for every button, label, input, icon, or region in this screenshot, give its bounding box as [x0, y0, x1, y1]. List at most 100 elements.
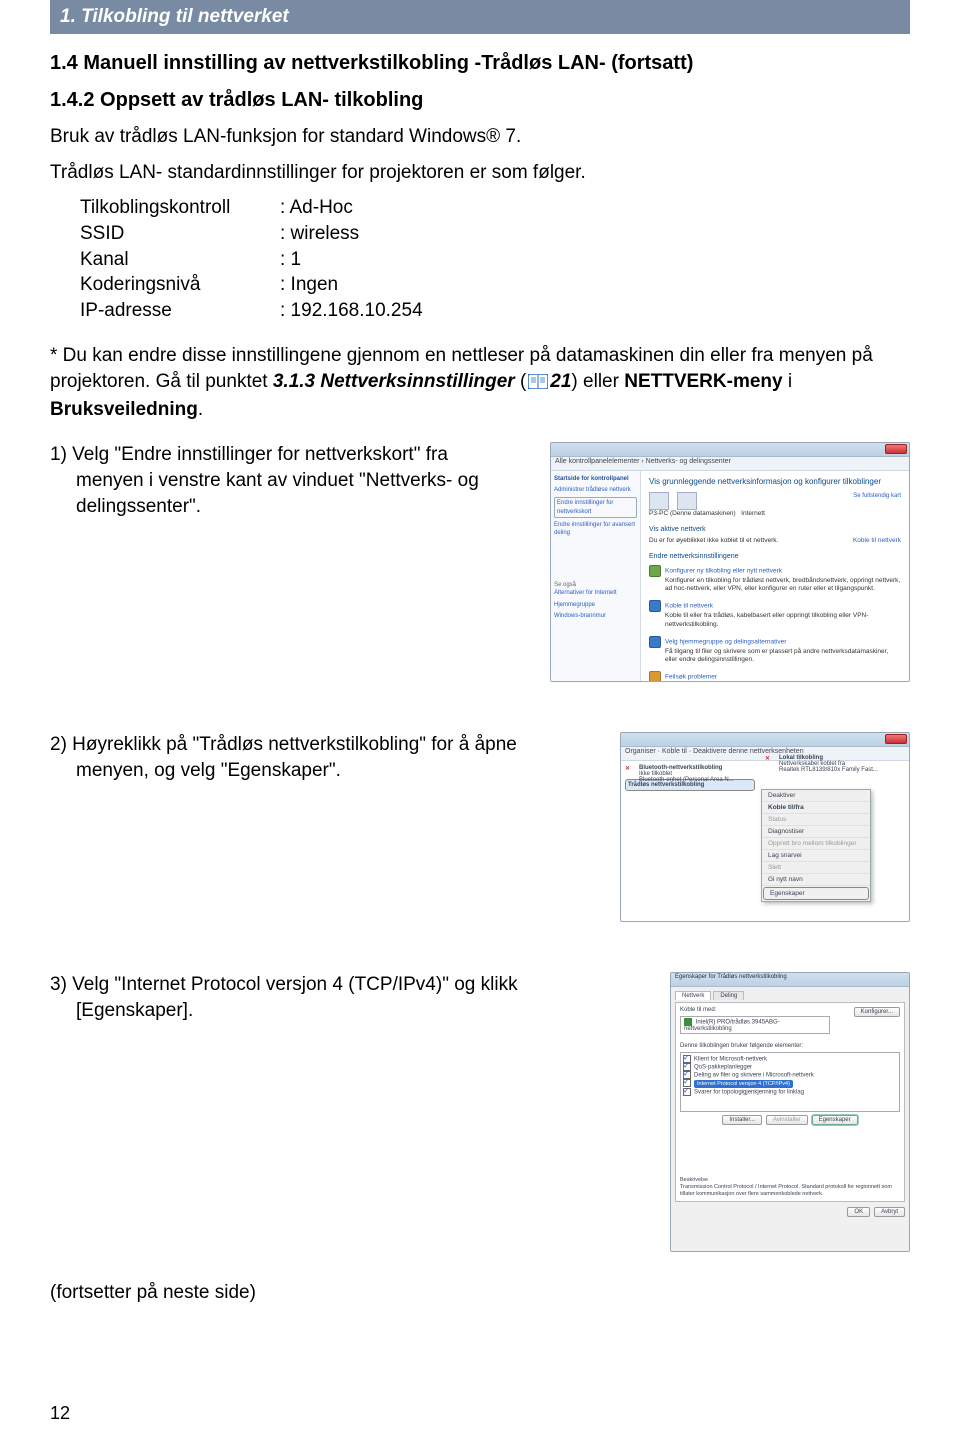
menu-item-shortcut[interactable]: Lag snarvei: [762, 850, 870, 862]
window-titlebar: [551, 443, 909, 457]
sidebar-link-change-adapter[interactable]: Endre innstillinger for nettverkskort: [554, 497, 637, 518]
menu-item-rename[interactable]: Gi nytt navn: [762, 874, 870, 886]
tab-network[interactable]: Nettverk: [675, 991, 711, 1000]
opt-desc: Koble til eller fra trådløs, kabelbasert…: [665, 612, 901, 630]
sidebar-link[interactable]: Hjemmegruppe: [554, 601, 637, 609]
install-button[interactable]: Installer...: [722, 1115, 762, 1125]
internet-icon: [677, 492, 697, 510]
disabled-icon: ✕: [765, 755, 775, 765]
window-titlebar: Egenskaper for Trådløs nettverkstilkobli…: [671, 973, 909, 987]
setting-value: : Ad-Hoc: [280, 195, 353, 221]
component-item[interactable]: QoS-pakkeplanlegger: [683, 1063, 897, 1071]
opt-desc: Få tilgang til filer og skrivere som er …: [665, 648, 901, 666]
adapter-item[interactable]: ✕ Lokal tilkoblingNettverkskabel koblet …: [765, 755, 905, 773]
internet-label: Internett: [741, 510, 765, 517]
adapter-icon: [684, 1018, 692, 1026]
sidebar-link[interactable]: Windows-brannmur: [554, 612, 637, 620]
checkbox-icon[interactable]: [683, 1088, 691, 1096]
continues-note: (fortsetter på neste side): [50, 1282, 910, 1304]
panel-title: Vis grunnleggende nettverksinformasjon o…: [649, 477, 901, 488]
connect-link[interactable]: Koble til nettverk: [853, 537, 901, 546]
breadcrumb-bar: Alle kontrollpanelelementer › Nettverks-…: [551, 457, 909, 471]
sidebar-see-also: Se også: [554, 581, 637, 589]
manual-icon: [528, 371, 548, 397]
setting-label: SSID: [80, 221, 280, 247]
link-full-map[interactable]: Se fullstendig kart: [853, 492, 901, 500]
component-item[interactable]: Klient for Microsoft-nettverk: [683, 1055, 897, 1063]
disabled-icon: ✕: [625, 765, 635, 775]
intro-line-2: Trådløs LAN- standardinnstillinger for p…: [50, 160, 910, 186]
step-1: 1) Velg "Endre innstillinger for nettver…: [50, 442, 910, 682]
step-2-text: 2) Høyreklikk på "Trådløs nettverkstilko…: [50, 732, 600, 783]
sidebar-header: Startside for kontrollpanel: [554, 475, 637, 483]
footnote: * Du kan endre disse innstillingene gjen…: [50, 343, 910, 422]
adapter-name: Intel(R) PRO/trådløs 3945ABG-nettverksti…: [684, 1020, 780, 1032]
setting-value: : wireless: [280, 221, 359, 247]
screenshot-adapter-properties: Egenskaper for Trådløs nettverkstilkobli…: [670, 972, 910, 1252]
tab-sharing[interactable]: Deling: [713, 991, 744, 1000]
component-item[interactable]: Deling av filer og skrivere i Microsoft-…: [683, 1071, 897, 1079]
step-line: [Egenskaper].: [50, 998, 650, 1024]
description-text: Transmission Control Protocol / Internet…: [680, 1184, 900, 1197]
ref-page: 21: [550, 371, 571, 392]
page-number: 12: [50, 1403, 70, 1424]
setting-label: Kanal: [80, 247, 280, 273]
subsection-title-2: 1.4.2 Oppsett av trådløs LAN- tilkobling: [50, 89, 910, 112]
menu-item-connect[interactable]: Koble til/fra: [762, 802, 870, 814]
menu-item-bridge: Opprett bro mellom tilkoblinger: [762, 838, 870, 850]
menu-item-diagnose[interactable]: Diagnostiser: [762, 826, 870, 838]
setting-label: Tilkoblingskontroll: [80, 195, 280, 221]
adapter-name: Trådløs nettverkstilkobling: [628, 782, 704, 788]
description-header: Beskrivelse: [680, 1177, 900, 1184]
ref-section: 3.1.3 Nettverksinnstillinger: [273, 371, 515, 392]
setting-label: Koderingsnivå: [80, 272, 280, 298]
properties-panel: Konfigurer... Koble til med: Intel(R) PR…: [675, 1002, 905, 1202]
main-panel: Vis grunnleggende nettverksinformasjon o…: [641, 471, 909, 681]
menu-item-status: Status: [762, 814, 870, 826]
setting-value: : Ingen: [280, 272, 338, 298]
setting-label: IP-adresse: [80, 298, 280, 324]
sidebar-link[interactable]: Administrer trådløse nettverk: [554, 486, 637, 494]
adapter-item-wireless[interactable]: Trådløs nettverkstilkobling: [625, 779, 755, 791]
note-text: .: [198, 399, 203, 420]
setting-value: : 192.168.10.254: [280, 298, 423, 324]
configure-button[interactable]: Konfigurer...: [854, 1007, 900, 1017]
close-icon[interactable]: [885, 444, 907, 454]
ref-menu: NETTVERK-meny: [624, 371, 782, 392]
ok-button[interactable]: OK: [847, 1207, 870, 1217]
properties-button[interactable]: Egenskaper: [812, 1115, 858, 1125]
opt-link[interactable]: Velg hjemmegruppe og delingsalternativer: [665, 638, 786, 645]
opt-link[interactable]: Koble til nettverk: [665, 603, 713, 610]
opt-link[interactable]: Feilsøk problemer: [665, 674, 717, 681]
menu-item-disable[interactable]: Deaktiver: [762, 790, 870, 802]
menu-item-delete: Slett: [762, 862, 870, 874]
note-text: (: [515, 371, 527, 392]
close-icon[interactable]: [885, 734, 907, 744]
ref-guide: Bruksveiledning: [50, 399, 198, 420]
screenshot-network-connections: Organiser · Koble til · Deaktivere denne…: [620, 732, 910, 922]
troubleshoot-icon: [649, 671, 661, 682]
computer-icon: [649, 492, 669, 510]
section-header: 1. Tilkobling til nettverket: [50, 0, 910, 34]
window-titlebar: [621, 733, 909, 747]
component-item-tcpip4[interactable]: Internet Protocol versjon 4 (TCP/IPv4): [683, 1079, 897, 1088]
step-3: 3) Velg "Internet Protocol versjon 4 (TC…: [50, 972, 910, 1252]
opt-link[interactable]: Konfigurer ny tilkobling eller nytt nett…: [665, 567, 782, 574]
intro-line-1: Bruk av trådløs LAN-funksjon for standar…: [50, 124, 910, 150]
sidebar-link[interactable]: Alternativer for Internett: [554, 589, 637, 597]
context-menu: Deaktiver Koble til/fra Status Diagnosti…: [761, 789, 871, 902]
connect-icon: [649, 600, 661, 612]
cancel-button[interactable]: Avbryt: [874, 1207, 905, 1217]
pc-label: P3-PC (Denne datamaskinen): [649, 510, 736, 517]
uses-items-label: Denne tilkoblingen bruker følgende eleme…: [680, 1043, 900, 1049]
settings-table: Tilkoblingskontroll: Ad-Hoc SSID: wirele…: [80, 195, 910, 323]
step-line: 2) Høyreklikk på "Trådløs nettverkstilko…: [50, 734, 517, 755]
dialog-title: Egenskaper for Trådløs nettverkstilkobli…: [671, 974, 787, 980]
active-networks-header: Vis aktive nettverk: [649, 525, 901, 534]
setting-value: : 1: [280, 247, 301, 273]
sidebar-link[interactable]: Endre innstillinger for avansert deling: [554, 521, 637, 538]
note-text: i: [783, 371, 793, 392]
component-item[interactable]: Svarer for topologigjenkjenning for link…: [683, 1088, 897, 1096]
menu-item-properties[interactable]: Egenskaper: [763, 887, 869, 900]
step-line: 1) Velg "Endre innstillinger for nettver…: [50, 444, 448, 465]
